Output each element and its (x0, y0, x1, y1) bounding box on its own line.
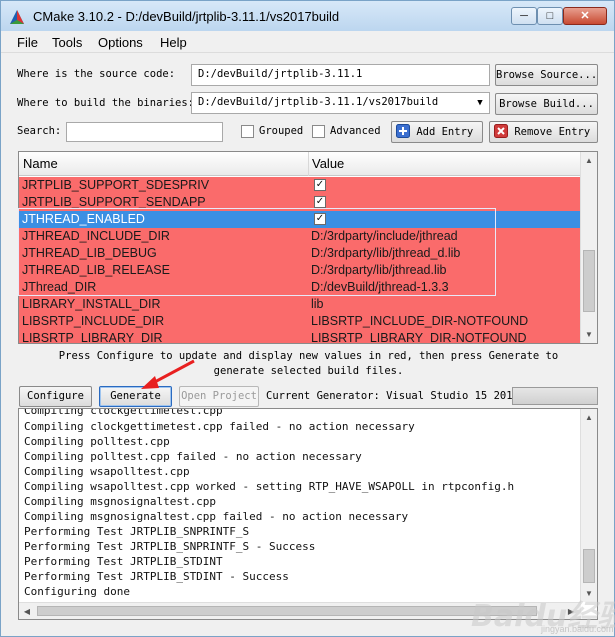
source-path-input[interactable]: D:/devBuild/jrtplib-3.11.1 (191, 64, 490, 86)
cmake-triangle-icon (10, 10, 24, 24)
configure-button[interactable]: Configure (19, 386, 92, 407)
menu-bar: File Tools Options Help (1, 31, 614, 53)
row-value: D:/devBuild/jthread-1.3.3 (311, 280, 449, 294)
log-line: Performing Test JRTPLIB_SNPRINTF_S - Suc… (24, 540, 316, 553)
row-name: JRTPLIB_SUPPORT_SDESPRIV (22, 178, 210, 192)
log-line: Compiling wsapolltest.cpp (24, 465, 190, 478)
maximize-button[interactable]: □ (537, 7, 563, 25)
scroll-down-icon[interactable]: ▼ (581, 326, 597, 343)
minimize-button[interactable]: ─ (511, 7, 537, 25)
column-divider[interactable] (308, 152, 309, 176)
search-label: Search: (17, 125, 62, 137)
row-name: JTHREAD_ENABLED (22, 212, 145, 226)
row-name: JTHREAD_LIB_RELEASE (22, 263, 170, 277)
log-line: Compiling msgnosignaltest.cpp failed - n… (24, 510, 409, 523)
current-generator: Current Generator: Visual Studio 15 2017 (266, 390, 519, 402)
log-line: Performing Test JRTPLIB_SNPRINTF_S (24, 525, 250, 538)
window-title: CMake 3.10.2 - D:/devBuild/jrtplib-3.11.… (33, 9, 340, 24)
table-row[interactable]: JTHREAD_INCLUDE_DIR D:/3rdparty/include/… (19, 228, 581, 245)
grouped-label: Grouped (259, 125, 304, 137)
menu-tools[interactable]: Tools (52, 35, 82, 50)
cache-table: Name Value JRTPLIB_SUPPORT_SDESPRIV ✓ JR… (18, 151, 598, 344)
browse-build-button[interactable]: Browse Build... (495, 93, 598, 115)
row-value: lib (311, 297, 324, 311)
table-header: Name Value (19, 152, 581, 176)
source-label: Where is the source code: (17, 68, 176, 80)
column-header-value[interactable]: Value (312, 156, 344, 171)
menu-file[interactable]: File (17, 35, 38, 50)
log-line: Compiling clockgettimetest.cpp failed - … (24, 420, 415, 433)
table-row[interactable]: JRTPLIB_SUPPORT_SDESPRIV ✓ (19, 177, 581, 194)
column-header-name[interactable]: Name (23, 156, 58, 171)
table-row-selected[interactable]: JTHREAD_ENABLED ✓ (19, 211, 581, 228)
add-entry-button[interactable]: Add Entry (391, 121, 483, 143)
log-line: Compiling polltest.cpp (24, 435, 170, 448)
scroll-up-icon[interactable]: ▲ (581, 409, 597, 426)
table-row[interactable]: LIBRARY_INSTALL_DIR lib (19, 296, 581, 313)
annotation-arrow-icon (141, 359, 195, 389)
menu-options[interactable]: Options (98, 35, 143, 50)
row-checkbox[interactable]: ✓ (314, 213, 326, 225)
table-row[interactable]: JTHREAD_LIB_DEBUG D:/3rdparty/lib/jthrea… (19, 245, 581, 262)
row-name: LIBSRTP_LIBRARY_DIR (22, 331, 163, 344)
scroll-thumb[interactable] (583, 549, 595, 583)
progress-bar (512, 387, 598, 405)
log-line: Compiling msgnosignaltest.cpp (24, 495, 217, 508)
configure-hint-text: Press Configure to update and display ne… (58, 350, 559, 377)
log-line: Configuring done (24, 585, 130, 598)
table-row[interactable]: JTHREAD_LIB_RELEASE D:/3rdparty/lib/jthr… (19, 262, 581, 279)
browse-source-button[interactable]: Browse Source... (495, 64, 598, 86)
scroll-thumb[interactable] (583, 250, 595, 312)
build-label: Where to build the binaries: (17, 97, 195, 109)
log-line: Compiling wsapolltest.cpp worked - setti… (24, 480, 515, 493)
advanced-label: Advanced (330, 125, 381, 137)
row-name: JThread_DIR (22, 280, 97, 294)
row-value: D:/3rdparty/include/jthread (311, 229, 458, 243)
log-line: Performing Test JRTPLIB_STDINT (24, 555, 223, 568)
baidu-watermark-url: jingyan.baidu.com (541, 624, 614, 634)
remove-entry-button[interactable]: Remove Entry (489, 121, 598, 143)
row-name: LIBRARY_INSTALL_DIR (22, 297, 161, 311)
output-log[interactable]: Compiling clockgettimetest.cpp Compiling… (18, 408, 598, 620)
table-row[interactable]: JRTPLIB_SUPPORT_SENDAPP ✓ (19, 194, 581, 211)
search-input[interactable] (66, 122, 223, 142)
row-checkbox[interactable]: ✓ (314, 179, 326, 191)
log-line: Compiling polltest.cpp failed - no actio… (24, 450, 362, 463)
table-row[interactable]: JThread_DIR D:/devBuild/jthread-1.3.3 (19, 279, 581, 296)
table-vertical-scrollbar[interactable]: ▲ ▼ (580, 152, 597, 343)
build-path-combo[interactable]: D:/devBuild/jrtplib-3.11.1/vs2017build ▼ (191, 92, 490, 114)
advanced-checkbox[interactable] (312, 125, 325, 138)
cmake-window: CMake 3.10.2 - D:/devBuild/jrtplib-3.11.… (0, 0, 615, 637)
remove-icon (494, 124, 508, 138)
add-entry-label: Add Entry (416, 126, 474, 138)
row-name: JTHREAD_LIB_DEBUG (22, 246, 157, 260)
row-name: JTHREAD_INCLUDE_DIR (22, 229, 170, 243)
row-name: LIBSRTP_INCLUDE_DIR (22, 314, 165, 328)
log-line: Performing Test JRTPLIB_STDINT - Success (24, 570, 289, 583)
plus-icon (396, 124, 410, 138)
scroll-up-icon[interactable]: ▲ (581, 152, 597, 169)
row-value: LIBSRTP_INCLUDE_DIR-NOTFOUND (311, 314, 529, 328)
table-row[interactable]: LIBSRTP_LIBRARY_DIR LIBSRTP_LIBRARY_DIR-… (19, 330, 581, 344)
menu-help[interactable]: Help (160, 35, 187, 50)
table-row[interactable]: LIBSRTP_INCLUDE_DIR LIBSRTP_INCLUDE_DIR-… (19, 313, 581, 330)
scroll-thumb[interactable] (37, 606, 537, 616)
row-checkbox[interactable]: ✓ (314, 196, 326, 208)
close-button[interactable]: ✕ (563, 7, 607, 25)
title-bar[interactable]: CMake 3.10.2 - D:/devBuild/jrtplib-3.11.… (1, 1, 614, 31)
row-value: D:/3rdparty/lib/jthread.lib (311, 263, 447, 277)
scroll-left-icon[interactable]: ◀ (19, 603, 35, 619)
row-value: LIBSRTP_LIBRARY_DIR-NOTFOUND (311, 331, 527, 344)
chevron-down-icon[interactable]: ▼ (471, 93, 489, 113)
log-line: Compiling clockgettimetest.cpp (24, 408, 223, 417)
grouped-checkbox[interactable] (241, 125, 254, 138)
remove-entry-label: Remove Entry (514, 126, 591, 138)
build-path-value: D:/devBuild/jrtplib-3.11.1/vs2017build (198, 96, 439, 108)
row-name: JRTPLIB_SUPPORT_SENDAPP (22, 195, 206, 209)
row-value: D:/3rdparty/lib/jthread_d.lib (311, 246, 461, 260)
log-vertical-scrollbar[interactable]: ▲ ▼ (580, 409, 597, 602)
